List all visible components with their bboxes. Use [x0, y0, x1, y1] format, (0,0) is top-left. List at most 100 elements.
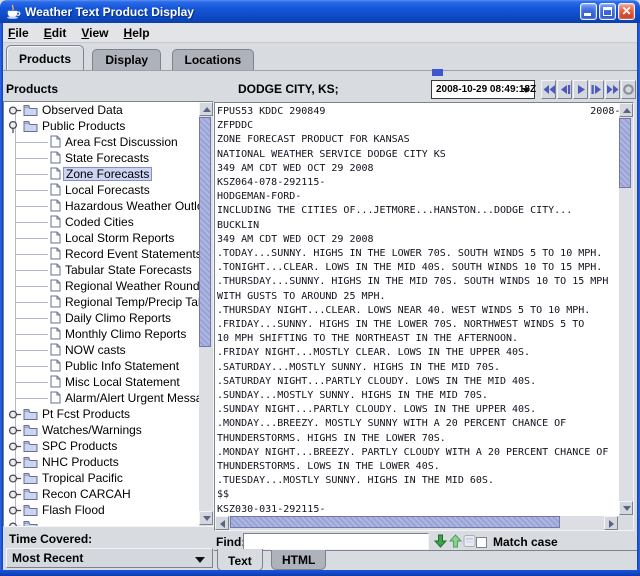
- tree-item-label[interactable]: Local Forecasts: [63, 183, 152, 197]
- tree-item-pt-fcst-products[interactable]: Pt Fcst Products: [4, 406, 200, 422]
- tree-item-label[interactable]: Zone Forecasts: [63, 167, 152, 181]
- tree-item-recon-carcah[interactable]: Recon CARCAH: [4, 486, 200, 502]
- expand-handle-icon[interactable]: [8, 504, 22, 517]
- tree-item-regional-weather-roundups[interactable]: Regional Weather Roundups: [4, 278, 200, 294]
- tree-item-label[interactable]: Daily Climo Reports: [63, 311, 173, 325]
- tree-item-alarm-alert-urgent-message[interactable]: Alarm/Alert Urgent Message: [4, 390, 200, 406]
- text-horizontal-scrollbar[interactable]: [215, 516, 619, 530]
- find-next-button[interactable]: [434, 534, 447, 548]
- text-scroll-down-button[interactable]: [619, 501, 633, 515]
- tree-item-label[interactable]: Hazardous Weather Outlook: [63, 199, 200, 213]
- tree-item-label[interactable]: Coded Cities: [63, 215, 136, 229]
- tab-locations[interactable]: Locations: [172, 49, 255, 70]
- tree-item-label[interactable]: Observed Data: [40, 103, 125, 117]
- go-to-start-button[interactable]: [541, 80, 556, 99]
- tree-item-label[interactable]: SPC Products: [40, 439, 119, 453]
- tree-item-spc-products[interactable]: SPC Products: [4, 438, 200, 454]
- tree-item-label[interactable]: NOW casts: [63, 343, 128, 357]
- time-select[interactable]: 2008-10-29 08:49:18Z: [431, 80, 535, 99]
- tree-item-label[interactable]: NHC Products: [40, 455, 121, 469]
- expand-handle-icon[interactable]: [8, 104, 22, 117]
- expand-handle-icon[interactable]: [8, 424, 22, 437]
- tree-item-state-forecasts[interactable]: State Forecasts: [4, 150, 200, 166]
- match-case-checkbox[interactable]: [476, 537, 487, 548]
- tree-scrollbar-thumb[interactable]: [199, 117, 211, 347]
- expand-handle-icon[interactable]: [8, 488, 22, 501]
- tree-item-label[interactable]: Tropical Pacific: [40, 471, 125, 485]
- product-text-pane[interactable]: FPUS53 KDDC 290849 2008-10-29 08:49:18ZZ…: [214, 102, 634, 531]
- tree-item-regional-temp-precip-tables[interactable]: Regional Temp/Precip Tables: [4, 294, 200, 310]
- text-scroll-right-button[interactable]: [604, 516, 618, 530]
- tree-item-label[interactable]: State Forecasts: [63, 151, 151, 165]
- tree-item-label[interactable]: Recon CARCAH: [40, 487, 133, 501]
- expand-handle-icon[interactable]: [8, 472, 22, 485]
- tree-item-label[interactable]: Public Products: [40, 119, 127, 133]
- play-button[interactable]: [573, 80, 588, 99]
- tree-scroll-down-button[interactable]: [199, 511, 213, 525]
- go-to-end-button[interactable]: [605, 80, 620, 99]
- tree-item-tabular-state-forecasts[interactable]: Tabular State Forecasts: [4, 262, 200, 278]
- highlight-all-button[interactable]: [463, 534, 476, 548]
- tree-item-zone-forecasts[interactable]: Zone Forecasts: [4, 166, 200, 182]
- menu-help[interactable]: Help: [124, 26, 150, 40]
- step-forward-button[interactable]: [589, 80, 604, 99]
- expand-handle-icon[interactable]: [8, 456, 22, 469]
- title-bar[interactable]: Weather Text Product Display ✕: [0, 0, 640, 23]
- tree-item-coded-cities[interactable]: Coded Cities: [4, 214, 200, 230]
- tree-item-tropical-pacific[interactable]: Tropical Pacific: [4, 470, 200, 486]
- tab-products[interactable]: Products: [6, 45, 84, 70]
- tree-item-misc-local-statement[interactable]: Misc Local Statement: [4, 374, 200, 390]
- tree-item-record-event-statements[interactable]: Record Event Statements: [4, 246, 200, 262]
- expand-handle-icon[interactable]: [8, 520, 22, 526]
- tree-item-label[interactable]: Flash Flood: [40, 503, 107, 517]
- tab-display[interactable]: Display: [92, 49, 161, 70]
- time-properties-button[interactable]: [621, 80, 636, 99]
- minimize-button[interactable]: [580, 3, 597, 20]
- tree-item-label[interactable]: Regional Temp/Precip Tables: [63, 295, 200, 309]
- text-vertical-thumb[interactable]: [619, 118, 631, 188]
- text-scroll-up-button[interactable]: [619, 103, 633, 117]
- tree-item-label[interactable]: Record Event Statements: [63, 247, 200, 261]
- tree-item-label[interactable]: Regional Weather Roundups: [63, 279, 200, 293]
- tree-item-area-fcst-discussion[interactable]: Area Fcst Discussion: [4, 134, 200, 150]
- tree-item-nhc-products[interactable]: NHC Products: [4, 454, 200, 470]
- tree-item-monthly-climo-reports[interactable]: Monthly Climo Reports: [4, 326, 200, 342]
- tree-item-flash-flood[interactable]: Flash Flood: [4, 502, 200, 518]
- text-scroll-left-button[interactable]: [215, 516, 229, 530]
- step-back-button[interactable]: [557, 80, 572, 99]
- tree-item-label[interactable]: Public Info Statement: [63, 359, 181, 373]
- view-tab-html[interactable]: HTML: [271, 550, 326, 570]
- tree-scrollbar[interactable]: [199, 102, 213, 526]
- tree-item-label[interactable]: Watches/Warnings: [40, 423, 144, 437]
- maximize-button[interactable]: [599, 3, 616, 20]
- tree-item-now-casts[interactable]: NOW casts: [4, 342, 200, 358]
- text-vertical-scrollbar[interactable]: [619, 103, 633, 516]
- tree-item-local-forecasts[interactable]: Local Forecasts: [4, 182, 200, 198]
- tree-item-watches-warnings[interactable]: Watches/Warnings: [4, 422, 200, 438]
- tree-item-label[interactable]: Monthly Climo Reports: [63, 327, 188, 341]
- view-tab-text[interactable]: Text: [217, 549, 263, 571]
- menu-view[interactable]: View: [81, 26, 108, 40]
- tree-item-label[interactable]: Alarm/Alert Urgent Message: [63, 391, 200, 405]
- expand-handle-icon[interactable]: [8, 408, 22, 421]
- close-button[interactable]: ✕: [618, 3, 635, 20]
- find-input[interactable]: [243, 533, 429, 550]
- tree-item-public-products[interactable]: Public Products: [4, 118, 200, 134]
- text-horizontal-thumb[interactable]: [230, 516, 560, 528]
- tree-item-observed-data[interactable]: Observed Data: [4, 102, 200, 118]
- tree-item-label[interactable]: Misc Local Statement: [63, 375, 182, 389]
- tree-item-hazardous-weather-outlook[interactable]: Hazardous Weather Outlook: [4, 198, 200, 214]
- tree-item-label[interactable]: Tabular State Forecasts: [63, 263, 194, 277]
- menu-edit[interactable]: Edit: [44, 26, 67, 40]
- time-covered-select[interactable]: Most Recent: [6, 548, 213, 568]
- tree-item-daily-climo-reports[interactable]: Daily Climo Reports: [4, 310, 200, 326]
- menu-file[interactable]: File: [8, 26, 29, 40]
- tree-item-label[interactable]: Area Fcst Discussion: [63, 135, 180, 149]
- tree-item-label[interactable]: Local Storm Reports: [63, 231, 176, 245]
- expand-handle-icon[interactable]: [8, 440, 22, 453]
- find-previous-button[interactable]: [449, 534, 462, 548]
- tree-item-label[interactable]: Pt Fcst Products: [40, 407, 132, 421]
- collapse-handle-icon[interactable]: [8, 120, 22, 133]
- tree-item-public-info-statement[interactable]: Public Info Statement: [4, 358, 200, 374]
- tree-item-clipped[interactable]: [4, 518, 200, 526]
